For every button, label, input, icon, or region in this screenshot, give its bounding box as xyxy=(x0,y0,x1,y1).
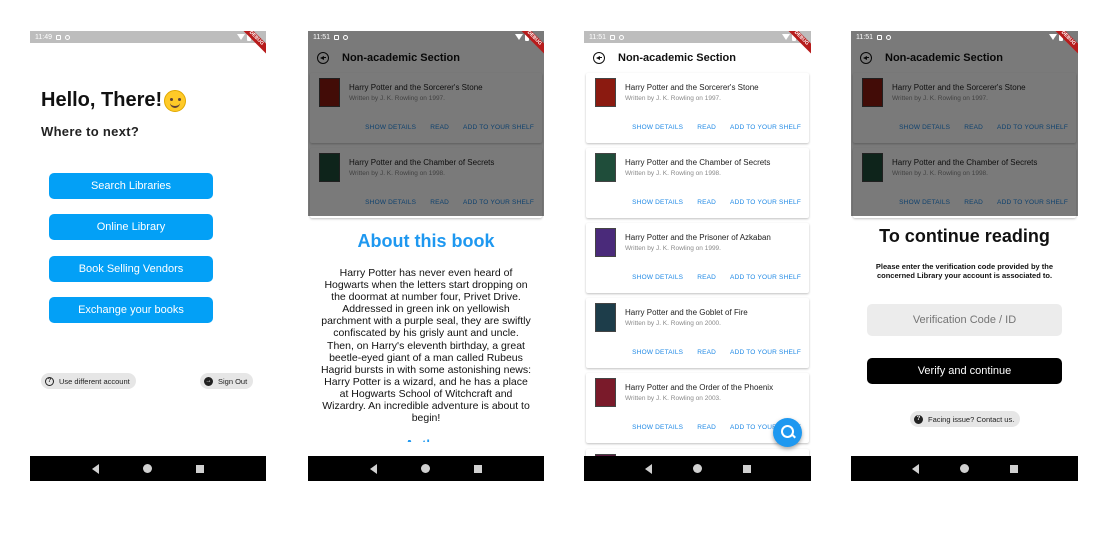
book-author: Written by J. K. Rowling on 2000. xyxy=(625,320,721,327)
nav-recent-icon[interactable] xyxy=(742,464,751,473)
show-details-button[interactable]: SHOW DETAILS xyxy=(632,349,683,356)
modal-scrim[interactable] xyxy=(308,31,544,216)
book-title: Harry Potter and the Sorcerer's Stone xyxy=(625,83,759,92)
subtitle: Where to next? xyxy=(41,124,140,139)
book-cover xyxy=(595,78,616,107)
greeting-heading: Hello, There! xyxy=(41,89,187,112)
read-button[interactable]: READ xyxy=(697,424,716,431)
notification-icon xyxy=(610,34,615,40)
book-list-screen: 11:51 DEBUG Non-academic Section Harry P… xyxy=(584,31,811,481)
show-details-button[interactable]: SHOW DETAILS xyxy=(632,124,683,131)
notification-icon xyxy=(56,34,61,40)
status-bar: 11:51 xyxy=(851,31,1078,43)
smile-emoji-icon xyxy=(164,89,187,112)
modal-scrim[interactable] xyxy=(851,31,1078,216)
status-time: 11:51 xyxy=(856,33,873,41)
system-nav-bar xyxy=(30,456,266,481)
nav-recent-icon[interactable] xyxy=(474,464,482,473)
sync-icon xyxy=(65,34,70,40)
verification-instructions: Please enter the verification code provi… xyxy=(875,262,1054,280)
nav-home-icon[interactable] xyxy=(421,464,430,473)
debug-banner: DEBUG xyxy=(783,31,811,59)
notification-icon xyxy=(877,34,882,40)
book-author: Written by J. K. Rowling on 1999. xyxy=(625,245,721,252)
back-icon[interactable] xyxy=(593,52,605,64)
status-bar: 11:49 xyxy=(30,31,266,43)
book-title: Harry Potter and the Order of the Phoeni… xyxy=(625,383,774,392)
app-bar: Non-academic Section xyxy=(584,43,811,73)
sign-out-icon: → xyxy=(204,376,213,386)
about-title: About this book xyxy=(357,231,495,251)
read-button[interactable]: READ xyxy=(697,124,716,131)
system-nav-bar xyxy=(851,456,1078,481)
book-cover xyxy=(595,378,616,407)
status-bar: 11:51 xyxy=(308,31,544,43)
status-time: 11:51 xyxy=(589,33,606,41)
nav-home-icon[interactable] xyxy=(692,464,702,473)
nav-back-icon[interactable] xyxy=(92,463,99,474)
read-button[interactable]: READ xyxy=(697,349,716,356)
use-different-account-chip[interactable]: ? Use different account xyxy=(41,373,136,389)
debug-banner: DEBUG xyxy=(1050,31,1078,59)
nav-recent-icon[interactable] xyxy=(196,464,204,473)
book-card: Harry Potter and the Sorcerer's Stone Wr… xyxy=(586,73,809,143)
notification-icon xyxy=(334,34,339,40)
add-to-shelf-button[interactable]: ADD TO YOUR SHELF xyxy=(730,124,801,131)
online-library-button[interactable]: Online Library xyxy=(49,214,213,240)
verification-code-input[interactable] xyxy=(867,304,1062,336)
show-details-button[interactable]: SHOW DETAILS xyxy=(632,424,683,431)
search-fab[interactable] xyxy=(773,418,802,447)
exchange-books-button[interactable]: Exchange your books xyxy=(49,297,213,323)
book-card: Harry Potter and the Chamber of Secrets … xyxy=(586,148,809,218)
book-cover xyxy=(595,303,616,332)
about-book-screen: 11:51 DEBUG Non-academic Section Harry P… xyxy=(308,31,544,481)
nav-back-icon[interactable] xyxy=(644,463,652,474)
app-bar-title: Non-academic Section xyxy=(618,52,736,64)
show-details-button[interactable]: SHOW DETAILS xyxy=(632,199,683,206)
book-title: Harry Potter and the Chamber of Secrets xyxy=(625,158,771,167)
read-button[interactable]: READ xyxy=(697,199,716,206)
contact-support-chip[interactable]: ? Facing issue? Contact us. xyxy=(910,411,1021,427)
home-screen: 11:49 DEBUG Hello, There! Where to next?… xyxy=(30,31,266,481)
author-heading: Author xyxy=(308,437,544,442)
read-button[interactable]: READ xyxy=(697,274,716,281)
book-author: Written by J. K. Rowling on 1998. xyxy=(625,170,721,177)
book-author: Written by J. K. Rowling on 1997. xyxy=(625,95,721,102)
help-icon: ? xyxy=(45,376,54,386)
sign-out-chip[interactable]: → Sign Out xyxy=(200,373,254,389)
search-libraries-button[interactable]: Search Libraries xyxy=(49,173,213,199)
sync-icon xyxy=(343,34,348,40)
verification-screen: 11:51 DEBUG Non-academic Section Harry P… xyxy=(851,31,1078,481)
nav-home-icon[interactable] xyxy=(143,464,152,473)
add-to-shelf-button[interactable]: ADD TO YOUR SHELF xyxy=(730,199,801,206)
book-selling-vendors-button[interactable]: Book Selling Vendors xyxy=(49,256,213,282)
continue-reading-title: To continue reading xyxy=(879,226,1050,246)
book-title: Harry Potter and the Goblet of Fire xyxy=(625,308,748,317)
debug-banner: DEBUG xyxy=(516,31,544,59)
status-time: 11:49 xyxy=(35,33,52,41)
book-title: Harry Potter and the Prisoner of Azkaban xyxy=(625,233,771,242)
book-cover xyxy=(595,153,616,182)
nav-recent-icon[interactable] xyxy=(1009,464,1018,473)
show-details-button[interactable]: SHOW DETAILS xyxy=(632,274,683,281)
add-to-shelf-button[interactable]: ADD TO YOUR SHELF xyxy=(730,274,801,281)
nav-back-icon[interactable] xyxy=(370,463,377,474)
status-time: 11:51 xyxy=(313,33,330,41)
nav-home-icon[interactable] xyxy=(959,464,969,473)
status-bar: 11:51 xyxy=(584,31,811,43)
sync-icon xyxy=(886,34,891,40)
help-icon: ? xyxy=(914,414,923,424)
book-card: Harry Potter and the Prisoner of Azkaban… xyxy=(586,223,809,293)
system-nav-bar xyxy=(308,456,544,481)
about-description: Harry Potter has never even heard of Hog… xyxy=(320,267,532,425)
add-to-shelf-button[interactable]: ADD TO YOUR SHELF xyxy=(730,349,801,356)
book-author: Written by J. K. Rowling on 2003. xyxy=(625,395,721,402)
book-cover xyxy=(595,228,616,257)
system-nav-bar xyxy=(584,456,811,481)
nav-back-icon[interactable] xyxy=(911,463,919,474)
book-card: Harry Potter and the Goblet of Fire Writ… xyxy=(586,298,809,368)
debug-banner: DEBUG xyxy=(238,31,266,59)
sync-icon xyxy=(619,34,624,40)
verify-continue-button[interactable]: Verify and continue xyxy=(867,358,1062,384)
